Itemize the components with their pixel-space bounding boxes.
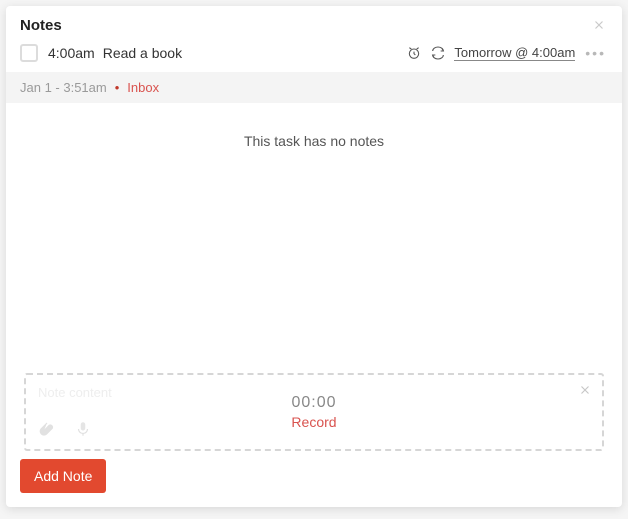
microphone-icon[interactable] bbox=[74, 420, 92, 441]
task-time: 4:00am bbox=[48, 45, 95, 61]
task-created-time: Jan 1 - 3:51am bbox=[20, 80, 107, 95]
empty-notes-message: This task has no notes bbox=[20, 133, 608, 149]
panel-title: Notes bbox=[20, 17, 62, 34]
task-due[interactable]: Tomorrow @ 4:00am bbox=[454, 46, 575, 61]
task-title: Read a book bbox=[103, 45, 182, 61]
notes-panel: Notes 4:00am Read a book Tomorrow @ 4:00… bbox=[6, 6, 622, 507]
close-icon bbox=[578, 383, 592, 397]
task-text[interactable]: 4:00am Read a book bbox=[48, 45, 396, 61]
alarm-icon[interactable] bbox=[406, 45, 422, 61]
panel-footer: Add Note bbox=[6, 459, 622, 507]
add-note-button[interactable]: Add Note bbox=[20, 459, 106, 493]
task-project-link[interactable]: Inbox bbox=[127, 80, 159, 95]
task-right: Tomorrow @ 4:00am ••• bbox=[406, 45, 608, 61]
task-more-button[interactable]: ••• bbox=[583, 45, 608, 61]
note-box-close-button[interactable] bbox=[578, 383, 592, 400]
close-icon bbox=[592, 18, 606, 32]
meta-separator: • bbox=[115, 80, 120, 95]
close-panel-button[interactable] bbox=[590, 16, 608, 34]
note-input-box[interactable]: Note content 00:00 Record bbox=[24, 373, 604, 451]
task-checkbox[interactable] bbox=[20, 44, 38, 62]
note-placeholder: Note content bbox=[38, 385, 112, 400]
task-meta-bar: Jan 1 - 3:51am • Inbox bbox=[6, 72, 622, 103]
panel-header: Notes bbox=[6, 6, 622, 40]
record-button[interactable]: Record bbox=[291, 414, 336, 430]
recording-timer: 00:00 bbox=[291, 394, 336, 412]
repeat-icon[interactable] bbox=[430, 45, 446, 61]
note-tools bbox=[38, 420, 92, 441]
attachment-icon[interactable] bbox=[38, 420, 56, 441]
task-row: 4:00am Read a book Tomorrow @ 4:00am ••• bbox=[6, 40, 622, 72]
notes-body: This task has no notes Note content 00:0… bbox=[6, 103, 622, 459]
